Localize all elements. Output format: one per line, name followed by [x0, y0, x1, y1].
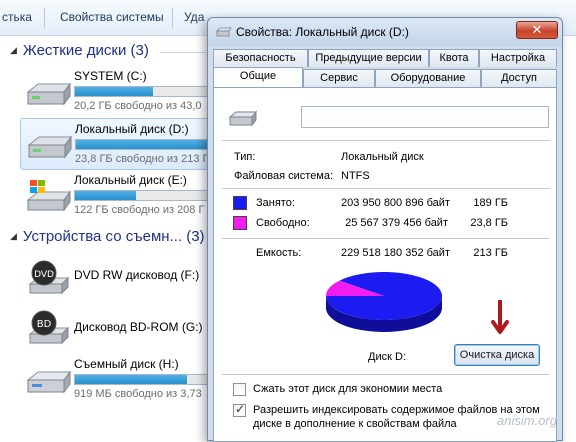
- used-space-size: 189 ГБ: [473, 197, 508, 209]
- drive-label-input[interactable]: [301, 106, 549, 128]
- collapse-arrow-icon[interactable]: ◢: [10, 231, 17, 241]
- drive-item-d[interactable]: Локальный диск (D:) 23,8 ГБ свободно из …: [20, 118, 225, 170]
- group-header-removable[interactable]: ◢ Устройства со съемн... (3): [10, 228, 205, 245]
- toolbar-separator: [172, 8, 173, 28]
- tab-sharing[interactable]: Доступ: [481, 69, 557, 87]
- device-item-h[interactable]: Съемный диск (H:) 919 МБ свободно из 3,7…: [20, 354, 224, 406]
- drive-free-space: 23,8 ГБ свободно из 213 Г: [75, 153, 209, 165]
- device-item-f[interactable]: DVD DVD RW дисковод (F:): [20, 252, 210, 304]
- drive-name: Локальный диск (E:): [74, 173, 187, 187]
- red-arrow-icon: [491, 300, 509, 334]
- properties-dialog: Свойства: Локальный диск (D:) ✕ Безопасн…: [207, 17, 563, 442]
- drive-usage-fill: [75, 375, 188, 384]
- collapse-arrow-icon[interactable]: ◢: [10, 45, 17, 55]
- free-space-size: 23,8 ГБ: [470, 217, 508, 229]
- drive-name: Дисковод BD-ROM (G:): [74, 320, 203, 334]
- group-header-label: Устройства со съемн... (3): [22, 228, 205, 245]
- drive-usage-bar: [75, 139, 225, 150]
- dvd-drive-icon: DVD: [28, 260, 70, 295]
- filesystem-label: Файловая система:: [234, 170, 334, 182]
- divider: [222, 238, 550, 239]
- free-space-swatch: [233, 216, 247, 230]
- drive-usage-fill: [76, 140, 208, 149]
- drive-icon: [216, 27, 232, 37]
- dvd-badge-text: DVD: [34, 270, 54, 280]
- free-space-label: Свободно:: [256, 217, 310, 229]
- hard-drive-icon: [27, 135, 72, 159]
- toolbar-separator: [44, 8, 45, 28]
- tab-hardware[interactable]: Оборудование: [375, 69, 481, 87]
- index-label-line2: диске в дополнение к свойствам файла: [253, 418, 457, 430]
- free-space-bytes: 25 567 379 456 байт: [345, 217, 448, 229]
- drive-usage-bar: [74, 190, 224, 201]
- disk-usage-pie: [326, 272, 442, 332]
- type-value: Локальный диск: [341, 151, 424, 163]
- type-label: Тип:: [234, 151, 256, 163]
- drive-name: DVD RW дисковод (F:): [74, 268, 200, 282]
- uninstall-button[interactable]: Уда: [184, 10, 204, 24]
- drive-name: SYSTEM (C:): [74, 69, 147, 83]
- windows-drive-icon: [26, 180, 71, 212]
- capacity-size: 213 ГБ: [473, 247, 508, 259]
- watermark: anisim.org: [497, 413, 557, 428]
- close-button[interactable]: ✕: [516, 21, 558, 39]
- tab-previous-versions[interactable]: Предыдущие версии: [308, 49, 429, 67]
- drive-name: Локальный диск (D:): [75, 122, 189, 136]
- group-header-hard-drives[interactable]: ◢ Жесткие диски (3): [10, 42, 149, 59]
- tab-tools[interactable]: Сервис: [303, 69, 375, 87]
- dialog-titlebar[interactable]: Свойства: Локальный диск (D:) ✕: [208, 18, 562, 46]
- dialog-title: Свойства: Локальный диск (D:): [236, 25, 409, 39]
- bd-badge-text: BD: [37, 319, 52, 330]
- tab-quota[interactable]: Квота: [429, 49, 479, 67]
- drive-usage-fill: [75, 87, 154, 96]
- drive-free-space: 122 ГБ свободно из 208 Г: [74, 204, 205, 216]
- filesystem-value: NTFS: [341, 170, 370, 182]
- divider: [222, 140, 550, 141]
- hard-drive-icon: [26, 82, 71, 106]
- checkmark-icon: ✓: [235, 402, 246, 416]
- device-item-g[interactable]: BD Дисковод BD-ROM (G:): [20, 302, 210, 354]
- drive-item-c[interactable]: SYSTEM (C:) 20,2 ГБ свободно из 43,0: [20, 66, 224, 118]
- drive-free-space: 919 МБ свободно из 3,73: [74, 388, 202, 400]
- drive-usage-bar: [74, 374, 224, 385]
- drive-name: Съемный диск (H:): [74, 357, 179, 371]
- compress-label: Сжать этот диск для экономии места: [253, 383, 443, 395]
- divider: [222, 188, 550, 189]
- organize-button[interactable]: стька: [2, 10, 32, 24]
- used-space-swatch: [233, 196, 247, 210]
- drive-free-space: 20,2 ГБ свободно из 43,0: [74, 100, 202, 112]
- drive-usage-fill: [75, 191, 136, 200]
- capacity-bytes: 229 518 180 352 байт: [341, 247, 450, 259]
- group-header-label: Жесткие диски (3): [22, 42, 149, 59]
- bd-drive-icon: BD: [28, 310, 70, 345]
- divider: [222, 374, 550, 375]
- close-icon: ✕: [531, 22, 543, 37]
- drive-usage-bar: [74, 86, 224, 97]
- compress-checkbox[interactable]: [233, 383, 246, 396]
- usb-drive-icon: [26, 370, 71, 394]
- disk-cleanup-button[interactable]: Очистка диска: [454, 344, 540, 366]
- tab-security[interactable]: Безопасность: [213, 49, 308, 67]
- system-properties-button[interactable]: Свойства системы: [60, 10, 164, 24]
- capacity-label: Емкость:: [256, 247, 302, 259]
- group-divider: [160, 52, 206, 53]
- drive-item-e[interactable]: Локальный диск (E:) 122 ГБ свободно из 2…: [20, 170, 224, 222]
- tab-general[interactable]: Общие: [213, 67, 303, 87]
- used-space-label: Занято:: [256, 197, 295, 209]
- general-tab-panel: Тип: Локальный диск Файловая система: NT…: [213, 87, 557, 442]
- drive-icon: [228, 110, 258, 127]
- index-checkbox[interactable]: ✓: [233, 402, 246, 417]
- used-space-bytes: 203 950 800 896 байт: [341, 197, 450, 209]
- disk-letter-label: Диск D:: [368, 351, 406, 363]
- tab-customize[interactable]: Настройка: [479, 49, 557, 67]
